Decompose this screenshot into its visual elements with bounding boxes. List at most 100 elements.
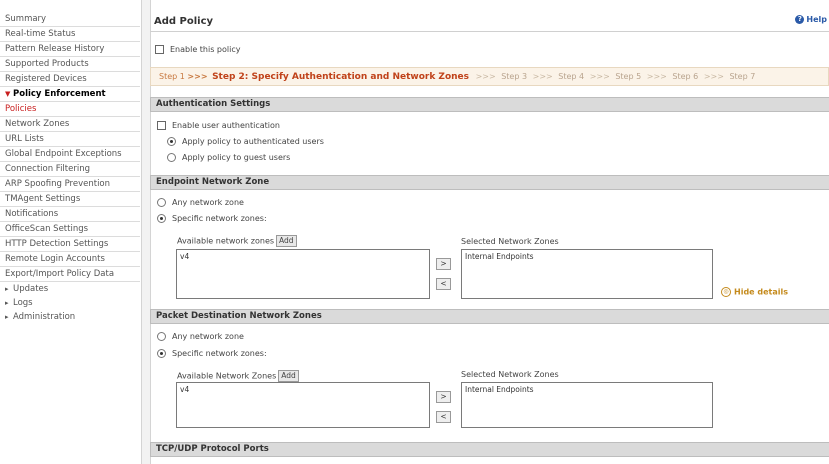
section-header-packet-zones: Packet Destination Network Zones bbox=[150, 309, 829, 324]
step-separator: >>> bbox=[532, 72, 553, 81]
step-7: Step 7 bbox=[729, 72, 756, 81]
sidebar-item-url-lists[interactable]: URL Lists bbox=[0, 132, 140, 147]
hide-details-link[interactable]: ◎ Hide details bbox=[721, 287, 788, 297]
title-divider bbox=[150, 31, 829, 32]
guest-users-label: Apply policy to guest users bbox=[182, 153, 291, 162]
sidebar-section-label: Policy Enforcement bbox=[13, 89, 106, 99]
guest-users-radio[interactable] bbox=[167, 153, 176, 162]
endpoint-any-label: Any network zone bbox=[172, 198, 244, 207]
hide-details-label: Hide details bbox=[734, 287, 788, 297]
enable-policy-checkbox[interactable] bbox=[155, 45, 164, 54]
endpoint-move-right-button[interactable]: > bbox=[436, 258, 451, 270]
caret-right-icon: ▸ bbox=[5, 313, 9, 321]
enable-auth-label: Enable user authentication bbox=[172, 121, 280, 130]
sidebar-item-export-import-policy-data[interactable]: Export/Import Policy Data bbox=[0, 267, 140, 282]
packet-selected-list[interactable]: Internal Endpoints bbox=[461, 382, 713, 428]
enable-auth-row: Enable user authentication bbox=[157, 121, 280, 130]
sidebar-item-arp-spoofing-prevention[interactable]: ARP Spoofing Prevention bbox=[0, 177, 140, 192]
step-separator: >>> bbox=[703, 72, 724, 81]
section-header-endpoint-zone: Endpoint Network Zone bbox=[150, 175, 829, 190]
collapse-icon: ◎ bbox=[721, 287, 731, 297]
sidebar-section-label: Administration bbox=[13, 312, 76, 322]
endpoint-specific-radio[interactable] bbox=[157, 214, 166, 223]
section-header-ports: TCP/UDP Protocol Ports bbox=[150, 442, 829, 457]
auth-users-row: Apply policy to authenticated users bbox=[167, 137, 324, 146]
endpoint-add-button[interactable]: Add bbox=[276, 235, 297, 247]
packet-add-button[interactable]: Add bbox=[278, 370, 299, 382]
page-title: Add Policy bbox=[154, 16, 214, 27]
sidebar-item-real-time-status[interactable]: Real-time Status bbox=[0, 27, 140, 42]
packet-available-list[interactable]: v4 bbox=[176, 382, 430, 428]
packet-any-row: Any network zone bbox=[157, 332, 244, 341]
packet-any-radio[interactable] bbox=[157, 332, 166, 341]
step-4: Step 4 bbox=[558, 72, 585, 81]
sidebar-nav: Summary Real-time Status Pattern Release… bbox=[0, 12, 140, 324]
enable-policy-label: Enable this policy bbox=[170, 45, 241, 54]
main-content: Add Policy ? Help Enable this policy Step… bbox=[150, 0, 829, 464]
step-6: Step 6 bbox=[672, 72, 699, 81]
packet-specific-label: Specific network zones: bbox=[172, 349, 267, 358]
step-separator: >>> bbox=[187, 72, 208, 81]
endpoint-selected-list[interactable]: Internal Endpoints bbox=[461, 249, 713, 299]
sidebar-section-policy-enforcement[interactable]: ▼ Policy Enforcement bbox=[0, 87, 140, 102]
caret-right-icon: ▸ bbox=[5, 299, 9, 307]
sidebar-section-administration[interactable]: ▸ Administration bbox=[0, 310, 140, 324]
packet-specific-radio[interactable] bbox=[157, 349, 166, 358]
enable-auth-checkbox[interactable] bbox=[157, 121, 166, 130]
packet-available-label: Available Network Zones bbox=[177, 371, 277, 381]
sidebar-item-global-endpoint-exceptions[interactable]: Global Endpoint Exceptions bbox=[0, 147, 140, 162]
packet-move-right-button[interactable]: > bbox=[436, 391, 451, 403]
endpoint-specific-row: Specific network zones: bbox=[157, 214, 267, 223]
endpoint-available-list[interactable]: v4 bbox=[176, 249, 430, 299]
step-separator: >>> bbox=[589, 72, 610, 81]
caret-right-icon: ▸ bbox=[5, 285, 9, 293]
sidebar-item-connection-filtering[interactable]: Connection Filtering bbox=[0, 162, 140, 177]
packet-specific-row: Specific network zones: bbox=[157, 349, 267, 358]
endpoint-specific-label: Specific network zones: bbox=[172, 214, 267, 223]
endpoint-selected-label: Selected Network Zones bbox=[461, 237, 559, 246]
sidebar-item-remote-login-accounts[interactable]: Remote Login Accounts bbox=[0, 252, 140, 267]
help-label: Help bbox=[806, 15, 827, 24]
step-3: Step 3 bbox=[501, 72, 528, 81]
sidebar-item-summary[interactable]: Summary bbox=[0, 12, 140, 27]
sidebar-item-policies[interactable]: Policies bbox=[0, 102, 140, 117]
enable-policy-row: Enable this policy bbox=[155, 45, 240, 54]
sidebar-section-label: Updates bbox=[13, 284, 49, 294]
list-item[interactable]: v4 bbox=[180, 385, 426, 394]
help-icon: ? bbox=[795, 15, 805, 24]
sidebar-item-tmagent-settings[interactable]: TMAgent Settings bbox=[0, 192, 140, 207]
auth-users-label: Apply policy to authenticated users bbox=[182, 137, 324, 146]
endpoint-available-label: Available network zones bbox=[177, 236, 275, 246]
guest-users-row: Apply policy to guest users bbox=[167, 153, 290, 162]
sidebar-item-network-zones[interactable]: Network Zones bbox=[0, 117, 140, 132]
step-1[interactable]: Step 1 bbox=[159, 72, 185, 81]
step-2-current: Step 2: Specify Authentication and Netwo… bbox=[212, 72, 470, 82]
caret-down-icon: ▼ bbox=[5, 90, 11, 98]
endpoint-available-label-row: Available network zones Add bbox=[177, 235, 297, 247]
sidebar-section-label: Logs bbox=[13, 298, 33, 308]
list-item[interactable]: Internal Endpoints bbox=[465, 385, 709, 394]
step-5: Step 5 bbox=[615, 72, 642, 81]
wizard-steps: Step 1 >>> Step 2: Specify Authenticatio… bbox=[150, 67, 829, 86]
sidebar-item-supported-products[interactable]: Supported Products bbox=[0, 57, 140, 72]
section-header-authentication: Authentication Settings bbox=[150, 97, 829, 112]
packet-move-left-button[interactable]: < bbox=[436, 411, 451, 423]
sidebar-item-http-detection-settings[interactable]: HTTP Detection Settings bbox=[0, 237, 140, 252]
sidebar-item-registered-devices[interactable]: Registered Devices bbox=[0, 72, 140, 87]
sidebar-section-logs[interactable]: ▸ Logs bbox=[0, 296, 140, 310]
auth-users-radio[interactable] bbox=[167, 137, 176, 146]
sidebar-item-officescan-settings[interactable]: OfficeScan Settings bbox=[0, 222, 140, 237]
endpoint-any-row: Any network zone bbox=[157, 198, 244, 207]
packet-any-label: Any network zone bbox=[172, 332, 244, 341]
sidebar-item-pattern-release-history[interactable]: Pattern Release History bbox=[0, 42, 140, 57]
list-item[interactable]: Internal Endpoints bbox=[465, 252, 709, 261]
step-separator: >>> bbox=[646, 72, 667, 81]
help-link[interactable]: ? Help bbox=[795, 15, 827, 24]
sidebar-section-updates[interactable]: ▸ Updates bbox=[0, 282, 140, 296]
endpoint-move-left-button[interactable]: < bbox=[436, 278, 451, 290]
step-separator: >>> bbox=[475, 72, 496, 81]
sidebar-item-notifications[interactable]: Notifications bbox=[0, 207, 140, 222]
list-item[interactable]: v4 bbox=[180, 252, 426, 261]
packet-available-label-row: Available Network Zones Add bbox=[177, 370, 299, 382]
endpoint-any-radio[interactable] bbox=[157, 198, 166, 207]
